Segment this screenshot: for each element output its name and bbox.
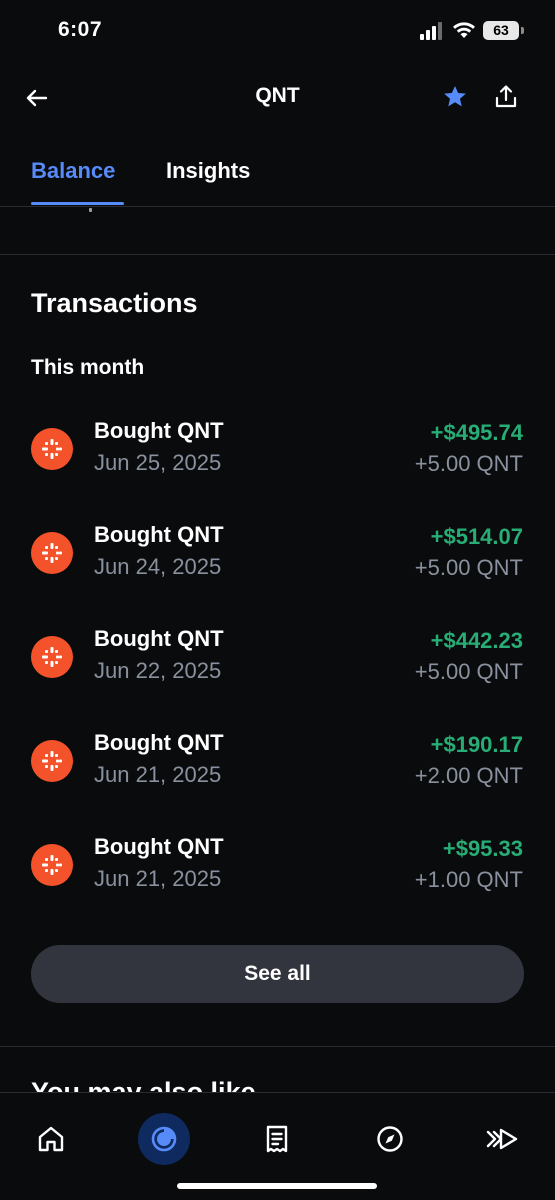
transaction-row[interactable]: Bought QNT Jun 22, 2025 +$442.23 +5.00 Q… <box>0 624 555 716</box>
transaction-row[interactable]: Bought QNT Jun 24, 2025 +$514.07 +5.00 Q… <box>0 520 555 612</box>
home-indicator <box>177 1183 377 1189</box>
battery-tip <box>521 27 524 34</box>
transaction-amount: +$514.07 <box>430 524 523 549</box>
qnt-logo-icon <box>31 428 73 470</box>
transaction-row[interactable]: Bought QNT Jun 21, 2025 +$190.17 +2.00 Q… <box>0 728 555 820</box>
transaction-quantity: +5.00 QNT <box>414 451 523 476</box>
scrolled-content-edge <box>89 208 92 212</box>
qnt-logo-icon <box>31 740 73 782</box>
wifi-icon <box>453 22 475 38</box>
transaction-date: Jun 22, 2025 <box>94 658 222 683</box>
month-group-label: This month <box>31 356 145 379</box>
fast-forward-icon <box>486 1128 518 1150</box>
qnt-logo-icon <box>31 532 73 574</box>
transaction-amount: +$190.17 <box>430 732 523 757</box>
transaction-quantity: +5.00 QNT <box>414 555 523 580</box>
transaction-title: Bought QNT <box>94 834 224 859</box>
transaction-date: Jun 25, 2025 <box>94 450 222 475</box>
tab-insights[interactable]: Insights <box>166 158 250 184</box>
transaction-title: Bought QNT <box>94 418 224 443</box>
compass-icon <box>377 1126 403 1152</box>
transaction-quantity: +2.00 QNT <box>414 763 523 788</box>
nav-explore[interactable] <box>364 1113 416 1165</box>
nav-portfolio[interactable] <box>138 1113 190 1165</box>
transaction-title: Bought QNT <box>94 522 224 547</box>
asset-header: QNT <box>0 70 555 126</box>
transaction-row[interactable]: Bought QNT Jun 25, 2025 +$495.74 +5.00 Q… <box>0 416 555 508</box>
share-button[interactable] <box>494 84 524 112</box>
transaction-quantity: +5.00 QNT <box>414 659 523 684</box>
share-icon <box>495 85 517 108</box>
star-icon <box>444 85 466 107</box>
transaction-date: Jun 21, 2025 <box>94 762 222 787</box>
transactions-title: Transactions <box>31 288 198 318</box>
section-divider <box>0 1046 555 1047</box>
tab-bar: Balance Insights <box>0 150 555 212</box>
active-tab-indicator <box>31 202 124 205</box>
transaction-title: Bought QNT <box>94 730 224 755</box>
watchlist-star-button[interactable] <box>442 84 472 112</box>
nav-transactions[interactable] <box>251 1113 303 1165</box>
transaction-date: Jun 21, 2025 <box>94 866 222 891</box>
portfolio-icon <box>151 1126 177 1152</box>
transaction-quantity: +1.00 QNT <box>414 867 523 892</box>
status-time: 6:07 <box>58 18 103 41</box>
transaction-row[interactable]: Bought QNT Jun 21, 2025 +$95.33 +1.00 QN… <box>0 832 555 924</box>
you-may-also-like-title: You may also like <box>31 1079 256 1093</box>
you-may-also-like-text: You may also like <box>31 1079 256 1093</box>
qnt-logo-icon <box>31 636 73 678</box>
nav-trade[interactable] <box>477 1113 529 1165</box>
tab-balance[interactable]: Balance <box>31 158 115 184</box>
receipt-icon <box>266 1125 288 1153</box>
home-icon <box>38 1126 64 1152</box>
transaction-title: Bought QNT <box>94 626 224 651</box>
transaction-amount: +$442.23 <box>430 628 523 653</box>
transaction-amount: +$95.33 <box>442 836 523 861</box>
nav-home[interactable] <box>25 1113 77 1165</box>
see-all-button[interactable]: See all <box>31 945 524 1003</box>
transaction-amount: +$495.74 <box>430 420 523 445</box>
transaction-date: Jun 24, 2025 <box>94 554 222 579</box>
qnt-logo-icon <box>31 844 73 886</box>
status-bar: 6:07 63 <box>0 0 555 60</box>
section-divider <box>0 254 555 255</box>
battery-indicator: 63 <box>483 21 519 40</box>
cellular-signal-icon <box>420 22 442 40</box>
